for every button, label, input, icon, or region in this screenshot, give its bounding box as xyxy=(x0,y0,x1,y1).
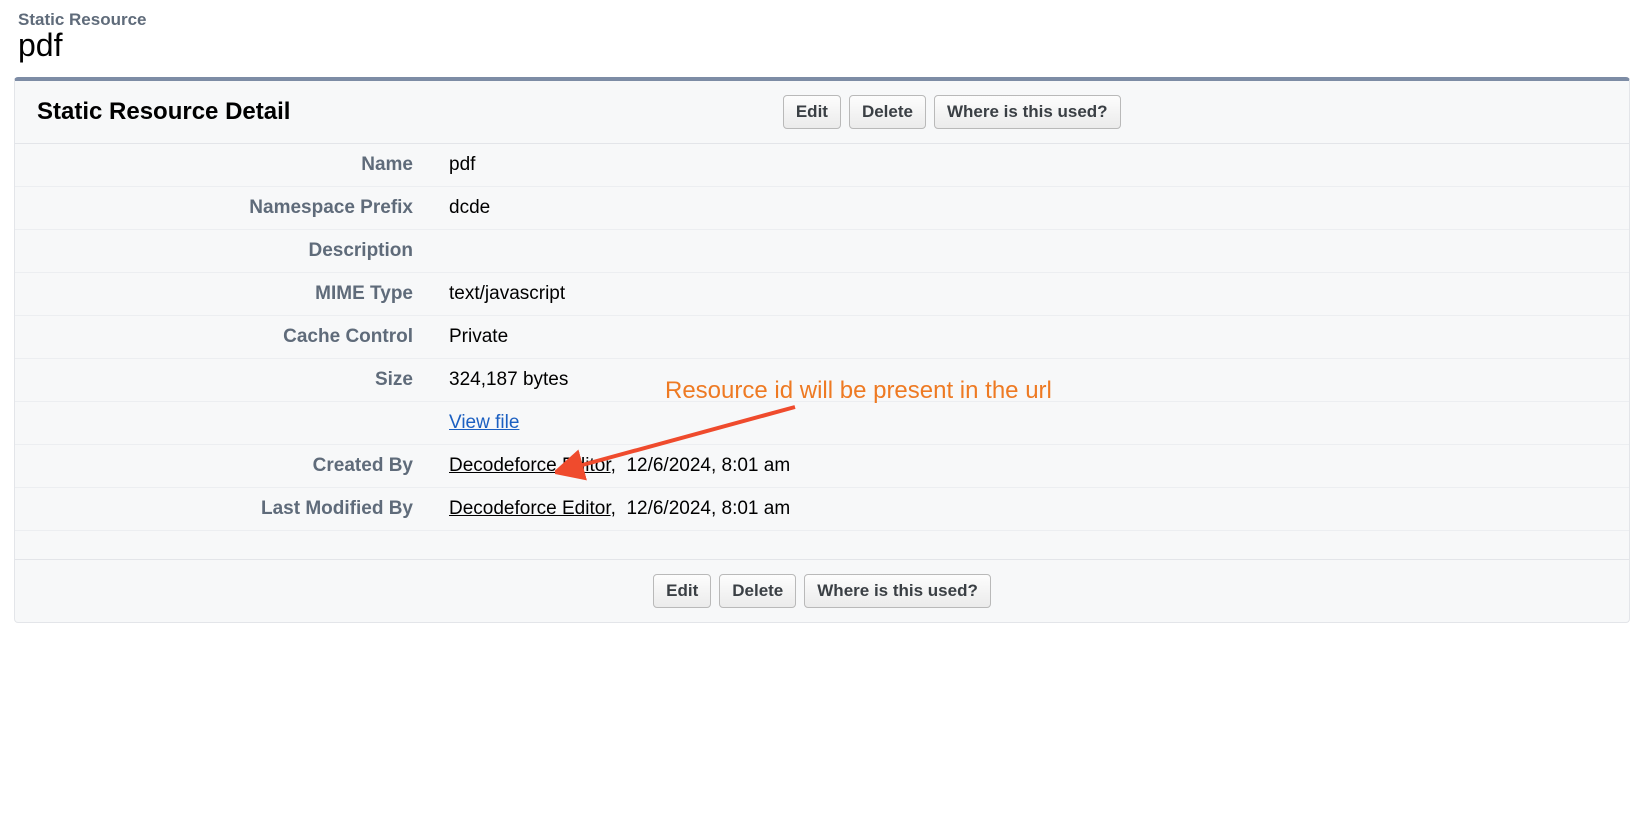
value-mime-type: text/javascript xyxy=(435,273,1629,316)
last-modified-ts: 12/6/2024, 8:01 am xyxy=(626,498,790,519)
row-cache-control: Cache Control Private xyxy=(15,316,1629,359)
delete-button-footer[interactable]: Delete xyxy=(719,574,796,608)
value-description xyxy=(435,230,1629,273)
delete-button[interactable]: Delete xyxy=(849,95,926,129)
where-used-button-footer[interactable]: Where is this used? xyxy=(804,574,991,608)
label-namespace-prefix: Namespace Prefix xyxy=(15,187,435,230)
created-by-user-link[interactable]: Decodeforce Editor xyxy=(449,455,611,476)
value-view-file: View file xyxy=(435,402,1629,445)
value-size: 324,187 bytes xyxy=(435,359,1629,402)
row-namespace-prefix: Namespace Prefix dcde xyxy=(15,187,1629,230)
detail-table: Name pdf Namespace Prefix dcde Descripti… xyxy=(15,144,1629,559)
last-modified-user-link[interactable]: Decodeforce Editor xyxy=(449,498,611,519)
row-created-by: Created By Decodeforce Editor, 12/6/2024… xyxy=(15,445,1629,488)
created-by-ts: 12/6/2024, 8:01 am xyxy=(626,455,790,476)
label-name: Name xyxy=(15,144,435,187)
row-name: Name pdf xyxy=(15,144,1629,187)
label-description: Description xyxy=(15,230,435,273)
page-header: Static Resource pdf xyxy=(0,0,1644,71)
panel-footer: Edit Delete Where is this used? xyxy=(15,559,1629,622)
label-mime-type: MIME Type xyxy=(15,273,435,316)
page-overline: Static Resource xyxy=(18,10,1626,30)
last-modified-sep: , xyxy=(611,498,627,519)
panel-footer-buttons: Edit Delete Where is this used? xyxy=(653,574,991,608)
panel-header-buttons: Edit Delete Where is this used? xyxy=(290,95,1613,129)
value-last-modified-by: Decodeforce Editor, 12/6/2024, 8:01 am xyxy=(435,488,1629,531)
label-created-by: Created By xyxy=(15,445,435,488)
label-size: Size xyxy=(15,359,435,402)
row-size: Size 324,187 bytes xyxy=(15,359,1629,402)
label-view-file-empty xyxy=(15,402,435,445)
row-view-file: View file xyxy=(15,402,1629,445)
panel-title: Static Resource Detail xyxy=(37,98,290,126)
page-title: pdf xyxy=(18,28,1626,63)
row-description: Description xyxy=(15,230,1629,273)
detail-panel: Static Resource Detail Edit Delete Where… xyxy=(14,77,1630,623)
value-name: pdf xyxy=(435,144,1629,187)
row-last-modified-by: Last Modified By Decodeforce Editor, 12/… xyxy=(15,488,1629,531)
row-mime-type: MIME Type text/javascript xyxy=(15,273,1629,316)
edit-button[interactable]: Edit xyxy=(783,95,841,129)
where-used-button[interactable]: Where is this used? xyxy=(934,95,1121,129)
created-by-sep: , xyxy=(611,455,627,476)
panel-header: Static Resource Detail Edit Delete Where… xyxy=(15,81,1629,144)
value-cache-control: Private xyxy=(435,316,1629,359)
view-file-link[interactable]: View file xyxy=(449,412,519,433)
value-created-by: Decodeforce Editor, 12/6/2024, 8:01 am xyxy=(435,445,1629,488)
value-namespace-prefix: dcde xyxy=(435,187,1629,230)
label-last-modified-by: Last Modified By xyxy=(15,488,435,531)
edit-button-footer[interactable]: Edit xyxy=(653,574,711,608)
spacer-row xyxy=(15,531,1629,559)
label-cache-control: Cache Control xyxy=(15,316,435,359)
